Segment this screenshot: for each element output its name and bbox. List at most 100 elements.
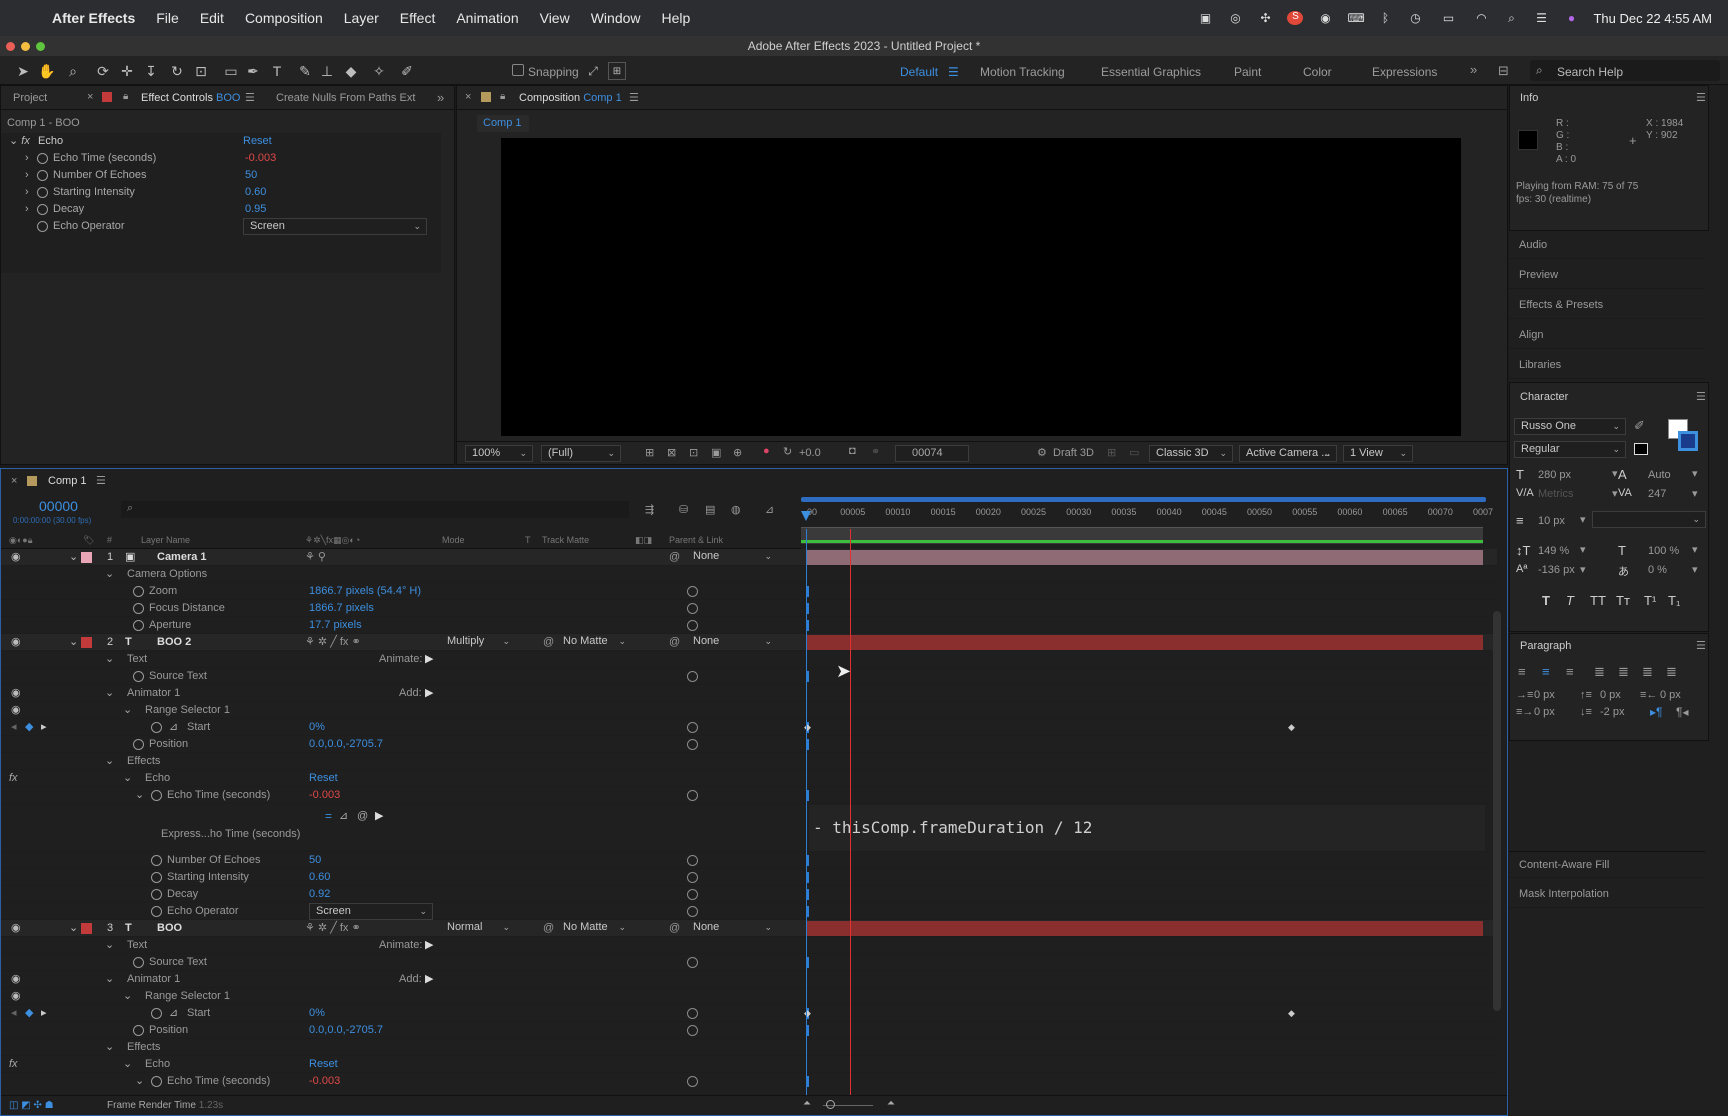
current-time-indicator[interactable] bbox=[850, 529, 851, 1095]
region-of-interest-icon[interactable]: ▣ bbox=[711, 446, 721, 459]
renderer-select[interactable]: Classic 3D ⌄ bbox=[1149, 445, 1233, 462]
timeline-tab[interactable]: Comp 1 bbox=[48, 475, 87, 487]
fx-switch-icon[interactable]: fx bbox=[9, 1056, 18, 1073]
layer-switches-icon[interactable]: ⚘ ✲ ╱ fx ⚭ bbox=[305, 634, 361, 651]
menu-app[interactable]: After Effects bbox=[52, 10, 135, 26]
property-value[interactable]: -0.003 bbox=[309, 787, 340, 804]
space-after-value[interactable]: -2 px bbox=[1600, 706, 1624, 718]
expression-pickwhip-icon[interactable] bbox=[687, 671, 698, 682]
rotate-tool-icon[interactable]: ↻ bbox=[168, 62, 186, 80]
fx-switch-icon[interactable]: fx bbox=[9, 770, 18, 787]
expand-chevron-icon[interactable]: ⌄ bbox=[105, 753, 114, 770]
expand-icon[interactable]: › bbox=[25, 167, 29, 184]
layer-row[interactable]: ◉ ⌄ 1 ▣ Camera 1 ⚘ ⚲ @ None ⌄ bbox=[1, 549, 1497, 566]
roto-brush-tool-icon[interactable]: ✧ bbox=[370, 62, 388, 80]
extension-icon[interactable]: ✣ bbox=[1257, 11, 1273, 25]
visibility-eye-icon[interactable]: ◉ bbox=[11, 685, 21, 702]
brush-tool-icon[interactable]: ✎ bbox=[296, 62, 314, 80]
camera-view-select[interactable]: Active Camera ... ⌄ bbox=[1239, 445, 1337, 462]
transparency-grid-icon[interactable]: ⊞ bbox=[645, 446, 654, 459]
close-tab-icon[interactable]: × bbox=[465, 91, 471, 103]
creative-cloud-icon[interactable]: ◎ bbox=[1227, 11, 1243, 25]
graph-icon[interactable]: ⊿ bbox=[169, 719, 178, 736]
small-caps-button[interactable]: Tт bbox=[1616, 593, 1630, 608]
expression-pickwhip-icon[interactable] bbox=[687, 1025, 698, 1036]
leading-value[interactable]: Auto bbox=[1648, 469, 1671, 481]
menu-animation[interactable]: Animation bbox=[456, 10, 518, 26]
layer-name-header[interactable]: Layer Name bbox=[141, 535, 190, 545]
keyframe-marker[interactable]: ◆ bbox=[1288, 719, 1295, 736]
frame-blending-icon[interactable]: ◍ bbox=[731, 503, 741, 516]
stopwatch-icon[interactable] bbox=[37, 167, 48, 184]
pen-tool-icon[interactable]: ✒ bbox=[244, 62, 262, 80]
stroke-order-select[interactable]: ⌄ bbox=[1592, 511, 1706, 528]
panel-preview[interactable]: Preview bbox=[1509, 262, 1705, 289]
orbit-tool-icon[interactable]: ⟳ bbox=[94, 62, 112, 80]
stopwatch-icon[interactable] bbox=[133, 583, 144, 600]
panel-audio[interactable]: Audio bbox=[1509, 232, 1705, 259]
expression-language-menu-icon[interactable]: ▶ bbox=[375, 808, 383, 825]
stopwatch-icon[interactable] bbox=[37, 150, 48, 167]
expression-pickwhip-icon[interactable] bbox=[687, 586, 698, 597]
draft-3d-toggle-icon[interactable]: ⛁ bbox=[679, 503, 688, 516]
stopwatch-icon[interactable] bbox=[151, 787, 162, 804]
blend-mode-select[interactable]: Normal ⌄ bbox=[441, 920, 515, 937]
hide-shy-layers-icon[interactable]: ▤ bbox=[705, 503, 715, 516]
ltr-direction-icon[interactable]: ▸¶ bbox=[1650, 705, 1662, 719]
property-select[interactable]: Screen ⌄ bbox=[309, 903, 433, 920]
draft-3d-icon[interactable]: ⚙ bbox=[1037, 446, 1047, 459]
expression-pickwhip-icon[interactable] bbox=[687, 906, 698, 917]
subscript-button[interactable]: T₁ bbox=[1668, 593, 1680, 608]
prop-decay-value[interactable]: 0.95 bbox=[245, 201, 266, 218]
property-value[interactable]: 0.92 bbox=[309, 886, 330, 903]
more-tabs-icon[interactable]: » bbox=[437, 90, 444, 105]
panel-menu-icon[interactable]: ☰ bbox=[1696, 639, 1706, 652]
parent-pickwhip-icon[interactable]: @ bbox=[669, 549, 680, 566]
maximize-window-button[interactable] bbox=[36, 42, 45, 51]
anchor-tool-icon[interactable]: ⊡ bbox=[192, 62, 210, 80]
search-help-field[interactable]: ⌕ Search Help bbox=[1530, 60, 1720, 81]
expand-chevron-icon[interactable]: ⌄ bbox=[105, 566, 114, 583]
grid-toggle-icon[interactable]: ⊕ bbox=[733, 446, 742, 459]
reset-exposure-icon[interactable]: ↻ bbox=[783, 445, 792, 458]
menu-help[interactable]: Help bbox=[662, 10, 691, 26]
timeline-scrollbar[interactable] bbox=[1491, 531, 1505, 1091]
property-row[interactable]: Position 0.0,0.0,-2705.7 bbox=[1, 736, 1497, 753]
color-channels-icon[interactable]: ● bbox=[763, 445, 770, 457]
panel-libraries[interactable]: Libraries bbox=[1509, 352, 1705, 379]
layer-name[interactable]: BOO 2 bbox=[157, 634, 191, 651]
time-ruler[interactable]: 00 00005 00010 00015 00020 00025 00030 00035 000… bbox=[801, 497, 1493, 547]
layer-name[interactable]: BOO bbox=[157, 920, 182, 937]
comp-mini-flowchart-icon[interactable]: ⇶ bbox=[645, 503, 654, 516]
expand-chevron-icon[interactable]: ⌄ bbox=[123, 1056, 132, 1073]
chevron-down-icon[interactable]: ▾ bbox=[1580, 563, 1586, 576]
draft-3d-label[interactable]: Draft 3D bbox=[1053, 447, 1094, 459]
layer-label-color[interactable] bbox=[81, 637, 92, 648]
tracking-value[interactable]: 247 bbox=[1648, 488, 1666, 500]
menu-view[interactable]: View bbox=[540, 10, 570, 26]
next-keyframe-icon[interactable]: ▸ bbox=[41, 1005, 47, 1022]
property-row[interactable]: ◉ ⌄ Range Selector 1 bbox=[1, 702, 1497, 719]
comp-viewer-canvas[interactable] bbox=[501, 138, 1461, 436]
control-center-icon[interactable]: ☰ bbox=[1533, 11, 1549, 25]
tab-project[interactable]: Project bbox=[13, 92, 47, 104]
eraser-tool-icon[interactable]: ◆ bbox=[342, 62, 360, 80]
expand-chevron-icon[interactable]: ⌄ bbox=[123, 770, 132, 787]
property-row[interactable]: ◂ ◆ ▸ ⊿ Start 0% ◆ ◆ bbox=[1, 719, 1497, 736]
spotlight-icon[interactable]: ⌕ bbox=[1503, 11, 1519, 25]
visibility-eye-icon[interactable]: ◉ bbox=[11, 988, 21, 1005]
property-row[interactable]: ⌄ Text Animate: ▶ bbox=[1, 937, 1497, 954]
screen-record-icon[interactable]: ▣ bbox=[1197, 11, 1213, 25]
property-row[interactable]: Aperture 17.7 pixels bbox=[1, 617, 1497, 634]
chevron-down-icon[interactable]: ▾ bbox=[1692, 543, 1698, 556]
parent-select[interactable]: None ⌄ bbox=[687, 549, 777, 566]
property-value[interactable]: 0.0,0.0,-2705.7 bbox=[309, 736, 383, 753]
track-matte-select[interactable]: No Matte ⌄ bbox=[557, 920, 631, 937]
justify-right-icon[interactable]: ≣ bbox=[1642, 664, 1653, 680]
type-tool-icon[interactable]: T bbox=[268, 62, 286, 80]
rtl-direction-icon[interactable]: ¶◂ bbox=[1676, 705, 1688, 719]
menu-file[interactable]: File bbox=[156, 10, 179, 26]
stopwatch-icon[interactable] bbox=[133, 954, 144, 971]
expand-chevron-icon[interactable]: ⌄ bbox=[69, 549, 78, 566]
indent-left-value[interactable]: 0 px bbox=[1534, 689, 1555, 701]
